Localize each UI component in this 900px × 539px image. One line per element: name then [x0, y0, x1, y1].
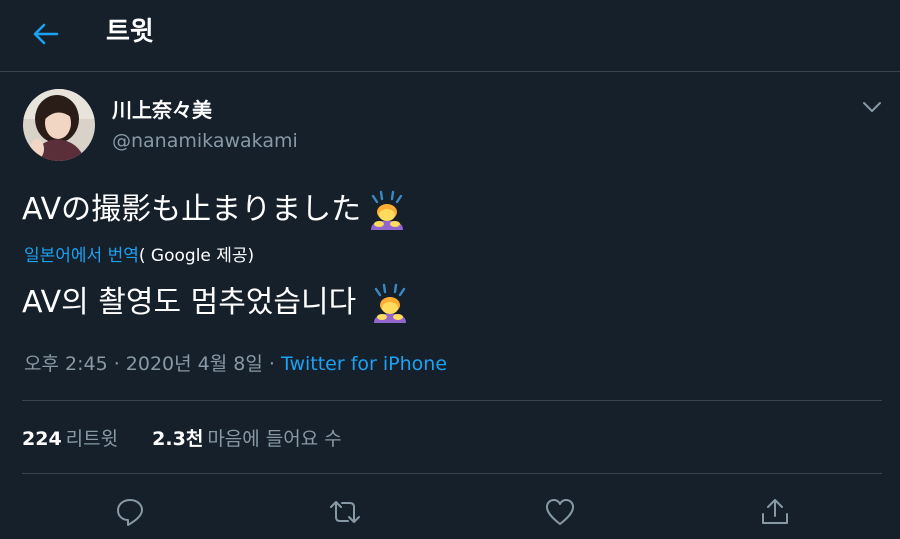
person-bowing-emoji [374, 283, 407, 323]
likes-stat[interactable]: 2.3천 마음에 들어요 수 [152, 425, 342, 453]
tweet-stats: 224 리트윗 2.3천 마음에 들어요 수 [22, 425, 370, 453]
reply-button[interactable] [110, 492, 150, 532]
page-title: 트윗 [106, 17, 154, 47]
share-button[interactable] [755, 492, 795, 532]
retweets-label: 리트윗 [65, 428, 119, 450]
share-icon [762, 499, 788, 524]
tweet-date[interactable]: 2020년 4월 8일 [126, 353, 263, 375]
tweet-text-body: AVの撮影も止まりました [22, 192, 362, 227]
author-handle[interactable]: @nanamikawakami [112, 128, 298, 154]
retweets-stat[interactable]: 224 리트윗 [22, 425, 118, 453]
retweets-count: 224 [22, 428, 62, 450]
translated-text: AV의 촬영도 멈추었습니다 [22, 283, 410, 323]
page-header: 트윗 [0, 0, 900, 72]
author-display-name[interactable]: 川上奈々美 [112, 97, 212, 123]
tweet-source-link[interactable]: Twitter for iPhone [281, 353, 447, 375]
avatar[interactable] [23, 89, 95, 161]
likes-count: 2.3천 [152, 428, 204, 450]
tweet-text: AVの撮影も止まりました [22, 190, 407, 230]
arrow-left-icon [33, 23, 59, 45]
retweet-icon [330, 501, 360, 523]
more-options-button[interactable] [852, 90, 892, 124]
retweet-button[interactable] [325, 492, 365, 532]
translated-text-body: AV의 촬영도 멈추었습니다 [22, 285, 357, 320]
translate-link[interactable]: 일본어에서 번역 [24, 246, 139, 266]
divider [22, 473, 882, 474]
likes-label: 마음에 들어요 수 [207, 428, 342, 450]
divider [22, 400, 882, 401]
tweet-meta: 오후 2:45 · 2020년 4월 8일 · Twitter for iPho… [24, 351, 447, 377]
meta-separator: · [262, 353, 281, 375]
meta-separator: · [107, 353, 126, 375]
reply-icon [117, 499, 143, 526]
like-button[interactable] [540, 492, 580, 532]
heart-icon [546, 499, 574, 525]
back-button[interactable] [26, 14, 66, 54]
chevron-down-icon [863, 102, 881, 112]
translation-provider: ( Google 제공) [138, 246, 255, 266]
tweet-time[interactable]: 오후 2:45 [24, 353, 108, 375]
person-bowing-emoji [371, 190, 404, 230]
translation-attribution: 일본어에서 번역( Google 제공) [24, 244, 254, 268]
